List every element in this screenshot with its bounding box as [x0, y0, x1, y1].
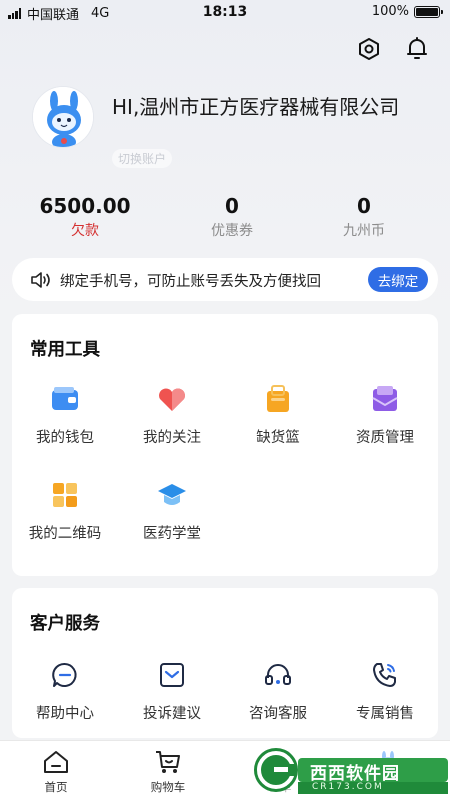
cart-icon — [154, 749, 182, 775]
service-label: 投诉建议 — [143, 706, 201, 722]
watermark-brand: 西西软件园 — [310, 764, 400, 784]
avatar[interactable] — [32, 86, 94, 148]
tools-card: 常用工具 我的钱包 我的关注 缺货篮 资质管理 我的二维码 医药学堂 — [12, 314, 438, 576]
complaint-mail-icon — [157, 660, 187, 690]
switch-account-link[interactable]: 切换账户 — [112, 149, 173, 168]
service-title: 客户服务 — [30, 614, 100, 634]
status-bar: 中国联通 4G 18:13 100% — [0, 0, 450, 26]
service-sales[interactable]: 专属销售 — [332, 660, 438, 723]
company-name: HI,温州市正方医疗器械有限公司 — [112, 95, 400, 119]
bell-icon[interactable] — [404, 36, 430, 62]
profile-section: HI,温州市正方医疗器械有限公司 切换账户 — [32, 86, 432, 176]
tool-label: 资质管理 — [356, 430, 414, 446]
tool-wallet[interactable]: 我的钱包 — [12, 384, 118, 447]
tool-qrcode[interactable]: 我的二维码 — [12, 480, 118, 543]
graduation-cap-icon — [157, 480, 187, 510]
stat-value: 0 — [225, 194, 239, 218]
tool-label: 缺货篮 — [256, 430, 300, 446]
tab-cart[interactable]: 购物车 — [128, 749, 208, 795]
basket-icon — [263, 384, 293, 414]
stat-value: 0 — [357, 194, 371, 218]
service-label: 帮助中心 — [36, 706, 94, 722]
heart-icon — [157, 384, 187, 414]
tool-shortage-basket[interactable]: 缺货篮 — [225, 384, 331, 447]
tools-title: 常用工具 — [30, 340, 100, 360]
stat-value: 6500.00 — [39, 194, 131, 218]
home-icon — [42, 749, 70, 775]
status-right: 100% — [371, 4, 443, 19]
tool-pharmacy-school[interactable]: 医药学堂 — [119, 480, 225, 543]
service-card: 客户服务 帮助中心 投诉建议 咨询客服 专属销售 — [12, 588, 438, 738]
stat-label: 九州币 — [343, 223, 385, 239]
bind-phone-banner: 绑定手机号，可防止账号丢失及方便找回 去绑定 — [12, 258, 438, 301]
stat-label: 优惠券 — [211, 223, 253, 239]
tab-home[interactable]: 首页 — [16, 749, 96, 795]
bind-phone-text: 绑定手机号，可防止账号丢失及方便找回 — [60, 274, 321, 290]
tool-qualification[interactable]: 资质管理 — [332, 384, 438, 447]
service-label: 专属销售 — [356, 706, 414, 722]
speaker-icon — [30, 270, 52, 290]
tool-label: 我的钱包 — [36, 430, 94, 446]
bind-phone-button[interactable]: 去绑定 — [368, 267, 428, 292]
qrcode-icon — [50, 480, 80, 510]
tool-label: 医药学堂 — [143, 526, 201, 542]
headset-icon — [263, 660, 293, 690]
stat-debt[interactable]: 6500.00 欠款 — [15, 192, 155, 242]
tab-label: 首页 — [44, 780, 68, 794]
settings-hexagon-icon[interactable] — [356, 36, 382, 62]
certificate-icon — [370, 384, 400, 414]
tool-label: 我的二维码 — [28, 526, 102, 542]
stat-label: 欠款 — [71, 223, 99, 239]
stat-coins[interactable]: 0 九州币 — [294, 192, 434, 242]
tab-label: 购物车 — [150, 780, 186, 794]
wallet-icon — [50, 384, 80, 414]
header-actions — [356, 36, 430, 62]
tool-follow[interactable]: 我的关注 — [119, 384, 225, 447]
help-chat-icon — [50, 660, 80, 690]
tool-label: 我的关注 — [143, 430, 201, 446]
battery-icon — [414, 5, 443, 18]
watermark-domain: CR173.COM — [312, 782, 384, 792]
battery-percent: 100% — [371, 4, 409, 19]
service-complaint[interactable]: 投诉建议 — [119, 660, 225, 723]
account-stats: 6500.00 欠款 0 优惠券 0 九州币 — [0, 192, 450, 246]
stat-coupons[interactable]: 0 优惠券 — [162, 192, 302, 242]
service-consult[interactable]: 咨询客服 — [225, 660, 331, 723]
watermark-logo: 西西软件园 CR173.COM — [250, 744, 450, 796]
service-label: 咨询客服 — [249, 706, 307, 722]
service-help-center[interactable]: 帮助中心 — [12, 660, 118, 723]
phone-icon — [370, 660, 400, 690]
